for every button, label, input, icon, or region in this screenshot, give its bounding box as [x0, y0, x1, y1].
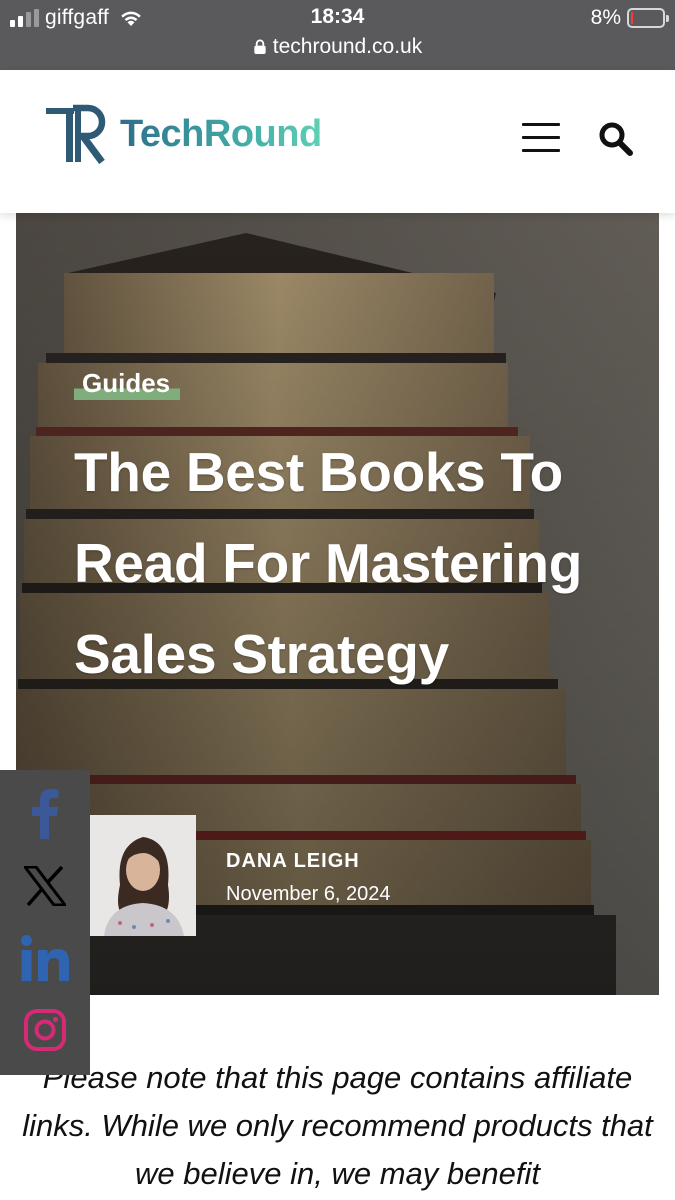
battery-percent: 8% [590, 6, 621, 29]
address-bar[interactable]: techround.co.uk [0, 35, 675, 59]
share-facebook-button[interactable] [0, 778, 90, 850]
lock-icon [254, 39, 266, 55]
x-icon [24, 866, 66, 906]
facebook-icon [32, 789, 59, 839]
publish-date: November 6, 2024 [226, 883, 391, 905]
clock: 18:34 [310, 5, 365, 28]
category-tag[interactable]: Guides [74, 365, 181, 403]
author-photo-image [90, 815, 196, 936]
site-header: TechRound [0, 70, 675, 213]
article-hero: Guides The Best Books To Read For Master… [16, 213, 659, 995]
author-avatar[interactable] [90, 815, 196, 936]
status-right: 8% [590, 6, 669, 30]
status-bar: giffgaff 18:34 8% techround.co.uk [0, 0, 675, 70]
linkedin-icon [21, 935, 69, 981]
battery-icon [627, 8, 669, 28]
author-name[interactable]: DANA LEIGH [226, 850, 360, 873]
url-text[interactable]: techround.co.uk [273, 35, 422, 59]
search-button[interactable] [597, 120, 635, 158]
logo-text: TechRound [120, 112, 322, 155]
social-share-rail [0, 770, 90, 1075]
share-instagram-button[interactable] [0, 994, 90, 1066]
search-icon [599, 122, 633, 156]
share-x-button[interactable] [0, 850, 90, 922]
instagram-icon [24, 1009, 66, 1051]
affiliate-disclaimer: Please note that this page contains affi… [22, 1060, 653, 1191]
article-title: The Best Books To Read For Mastering Sal… [74, 441, 583, 685]
share-linkedin-button[interactable] [0, 922, 90, 994]
logo-mark [46, 104, 106, 164]
menu-button[interactable] [522, 123, 560, 153]
battery-level [631, 12, 633, 24]
techround-logo[interactable]: TechRound [44, 104, 322, 164]
